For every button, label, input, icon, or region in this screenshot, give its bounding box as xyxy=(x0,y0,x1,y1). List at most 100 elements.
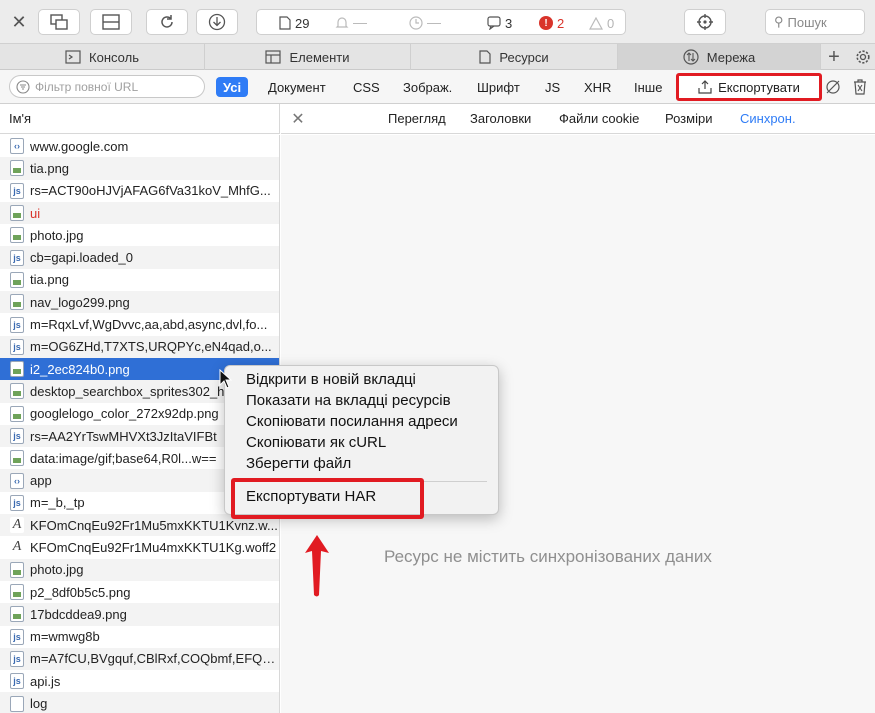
resource-row[interactable]: js m=wmwg8b xyxy=(0,626,279,648)
errors-count[interactable]: ! 2 xyxy=(539,13,564,33)
resource-file-icon xyxy=(479,50,492,64)
image-icon xyxy=(10,271,24,288)
resource-row[interactable]: ui xyxy=(0,201,279,225)
panel-tabs: Консоль Елементи Ресурси Мережа + xyxy=(0,44,875,70)
script-icon: js xyxy=(10,182,24,199)
close-detail-icon[interactable]: ✕ xyxy=(289,110,307,128)
messages-count[interactable]: 3 xyxy=(487,13,512,33)
export-button[interactable]: Експортувати xyxy=(676,73,822,101)
menu-copy-link[interactable]: Скопіювати посилання адреси xyxy=(246,413,458,430)
image-icon xyxy=(10,160,24,177)
tab-resources[interactable]: Ресурси xyxy=(411,44,618,70)
gear-icon[interactable] xyxy=(850,44,875,70)
filter-css[interactable]: CSS xyxy=(353,77,380,97)
image-icon xyxy=(10,606,24,623)
resource-name: app xyxy=(30,473,52,489)
filter-other[interactable]: Інше xyxy=(634,77,662,97)
resource-row[interactable]: js m=OG6ZHd,T7XTS,URQPYc,eN4qad,o... xyxy=(0,335,279,358)
script-icon: js xyxy=(10,428,24,444)
resource-row[interactable]: ‹› www.google.com xyxy=(0,135,279,157)
resource-row[interactable]: tia.png xyxy=(0,269,279,291)
menu-save-file[interactable]: Зберегти файл xyxy=(246,455,351,472)
reload-icon xyxy=(161,15,173,28)
filter-js[interactable]: JS xyxy=(545,77,560,97)
resource-row[interactable]: js m=RqxLvf,WgDvvc,aa,abd,async,dvl,fo... xyxy=(0,313,279,335)
image-icon xyxy=(10,227,24,244)
resource-row[interactable]: js m=A7fCU,BVgquf,CBlRxf,COQbmf,EFQ7... xyxy=(0,647,279,671)
resource-name: log xyxy=(30,696,48,712)
image-icon xyxy=(10,561,24,578)
font-icon: A xyxy=(10,517,24,534)
resource-row[interactable]: tia.png xyxy=(0,157,279,180)
disable-cache-icon[interactable] xyxy=(824,78,842,96)
documents-count[interactable]: 29 xyxy=(279,13,309,33)
document-icon xyxy=(279,16,291,30)
menu-show-in-resources[interactable]: Показати на вкладці ресурсів xyxy=(246,392,451,409)
download-button[interactable] xyxy=(196,9,238,35)
resource-name: photo.jpg xyxy=(30,227,84,243)
resource-row[interactable]: js rs=ACT90oHJVjAFAG6fVa31koV_MhfG... xyxy=(0,180,279,202)
warnings-count[interactable]: 0 xyxy=(589,13,614,33)
resource-name: api.js xyxy=(30,673,61,689)
resource-name: m=RqxLvf,WgDvvc,aa,abd,async,dvl,fo... xyxy=(30,317,268,333)
script-icon: js xyxy=(10,673,24,690)
document-icon: ‹› xyxy=(10,138,24,155)
resource-name: KFOmCnqEu92Fr1Mu5mxKKTU1Kvnz.w... xyxy=(30,517,278,533)
dock-bottom-button[interactable] xyxy=(90,9,132,35)
network-icon xyxy=(683,49,699,65)
filter-icon xyxy=(16,79,30,94)
resource-row[interactable]: nav_logo299.png xyxy=(0,291,279,314)
filter-all[interactable]: Усі xyxy=(216,77,249,97)
name-column-header[interactable]: Ім'я xyxy=(0,104,280,134)
script-icon: js xyxy=(10,650,24,667)
resource-row[interactable]: log xyxy=(0,692,279,713)
tab-elements[interactable]: Елементи xyxy=(205,44,411,70)
network-filter-bar: Фільтр повної URL Усі Документ CSS Зобра… xyxy=(0,70,875,104)
menu-copy-curl[interactable]: Скопіювати як cURL xyxy=(246,434,386,451)
download-icon xyxy=(208,13,226,31)
resource-name: 17bdcddea9.png xyxy=(30,606,127,622)
filter-images[interactable]: Зображ. xyxy=(403,77,452,97)
resource-row[interactable]: A KFOmCnqEu92Fr1Mu4mxKKTU1Kg.woff2 xyxy=(0,536,279,558)
resource-name: tia.png xyxy=(30,160,70,176)
tab-timing[interactable]: Синхрон. xyxy=(740,111,796,126)
tab-preview[interactable]: Перегляд xyxy=(388,111,446,126)
inspect-button[interactable] xyxy=(684,9,726,35)
filter-xhr[interactable]: XHR xyxy=(584,77,611,97)
tab-sizes[interactable]: Розміри xyxy=(665,111,712,126)
url-filter-input[interactable]: Фільтр повної URL xyxy=(9,75,205,98)
filter-fonts[interactable]: Шрифт xyxy=(477,77,520,97)
undock-button[interactable] xyxy=(38,9,80,35)
image-icon xyxy=(10,450,24,467)
resource-row[interactable]: photo.jpg xyxy=(0,224,279,246)
tab-console[interactable]: Консоль xyxy=(0,44,205,70)
resource-name: nav_logo299.png xyxy=(30,294,130,310)
menu-open-new-tab[interactable]: Відкрити в новій вкладці xyxy=(246,371,416,388)
trash-icon[interactable] xyxy=(851,78,869,96)
resource-name: googlelogo_color_272x92dp.png xyxy=(30,406,219,422)
empty-message: Ресурс не містить синхронізованих даних xyxy=(384,547,712,566)
search-field[interactable]: ⚲ Пошук xyxy=(765,9,865,35)
bell-icon xyxy=(335,13,367,33)
windows-icon xyxy=(50,14,68,30)
resource-row[interactable]: js cb=gapi.loaded_0 xyxy=(0,246,279,269)
tab-cookies[interactable]: Файли cookie xyxy=(559,111,639,126)
export-har-highlight xyxy=(231,478,424,519)
reload-button[interactable] xyxy=(146,9,188,35)
filter-document[interactable]: Документ xyxy=(268,77,326,97)
resource-row[interactable]: 17bdcddea9.png xyxy=(0,603,279,626)
tab-headers[interactable]: Заголовки xyxy=(470,111,531,126)
font-icon: A xyxy=(10,539,24,556)
script-icon: js xyxy=(10,494,24,511)
resource-row[interactable]: photo.jpg xyxy=(0,558,279,581)
resource-name: KFOmCnqEu92Fr1Mu4mxKKTU1Kg.woff2 xyxy=(30,539,277,555)
annotation-arrow-icon xyxy=(305,535,329,597)
resource-row[interactable]: p2_8df0b5c5.png xyxy=(0,581,279,603)
add-tab-icon[interactable]: + xyxy=(821,44,847,70)
image-icon xyxy=(10,294,24,311)
close-icon[interactable]: ✕ xyxy=(10,12,28,32)
warning-icon xyxy=(589,16,603,30)
resource-row[interactable]: js api.js xyxy=(0,670,279,692)
tab-network[interactable]: Мережа xyxy=(618,44,821,70)
export-icon xyxy=(698,80,712,94)
